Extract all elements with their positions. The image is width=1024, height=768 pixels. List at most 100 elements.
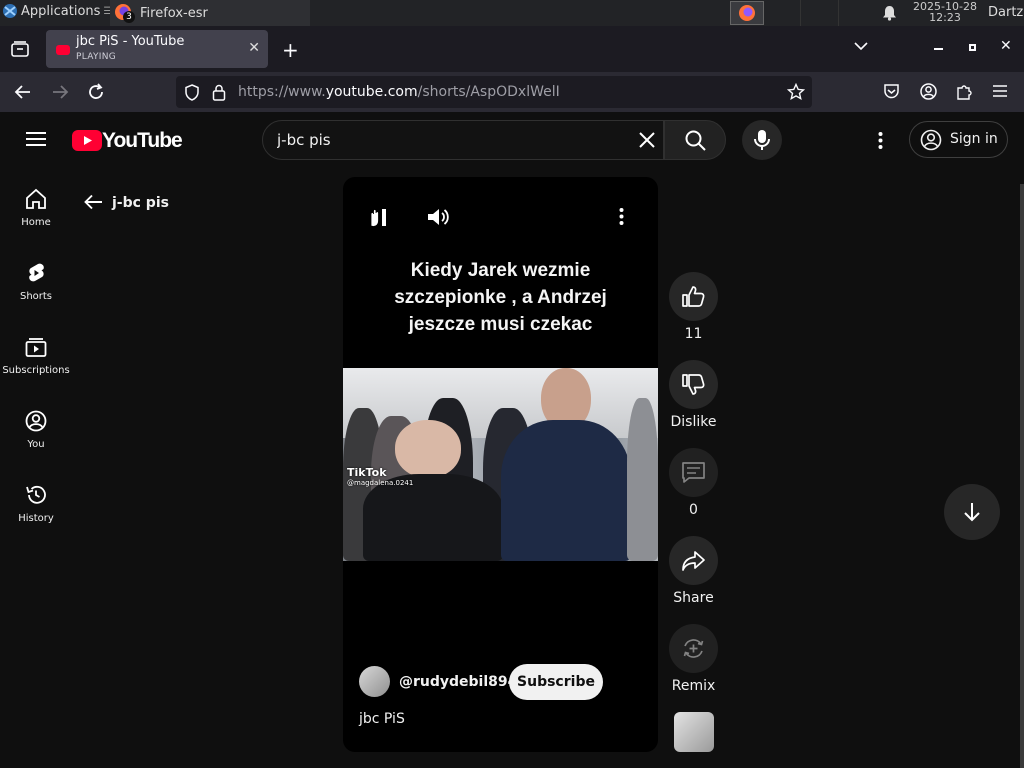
caption-line: jeszcze musi czekac	[408, 314, 593, 335]
taskbar-firefox-window[interactable]: 3 Firefox-esr	[110, 0, 310, 26]
dislike-button[interactable]	[669, 360, 718, 409]
account-icon[interactable]	[920, 83, 937, 100]
next-video-button[interactable]	[944, 484, 1000, 540]
clear-search-icon[interactable]	[639, 132, 655, 148]
tab-close-icon[interactable]: ✕	[248, 40, 260, 56]
url-text[interactable]: https://www.youtube.com/shorts/AspODxlWe…	[238, 84, 560, 100]
sign-in-button[interactable]: Sign in	[909, 121, 1008, 158]
sidebar-item-you[interactable]: You	[0, 410, 72, 450]
arrow-down-icon	[964, 503, 980, 522]
photo-figure	[627, 398, 658, 561]
sidebar-label: Shorts	[19, 291, 53, 302]
you-icon	[25, 410, 47, 432]
new-tab-icon[interactable]: +	[282, 38, 299, 62]
tiktok-logo-text: TikTok	[347, 466, 387, 479]
tracking-shield-icon[interactable]	[184, 84, 200, 101]
tab-title: jbc PiS - YouTube	[76, 34, 185, 49]
channel-avatar[interactable]	[359, 666, 390, 697]
reload-icon[interactable]	[87, 83, 105, 101]
applications-label: Applications	[21, 3, 101, 19]
youtube-page: YouTube Sign in Home Shorts Subscription…	[0, 112, 1024, 768]
pocket-icon[interactable]	[883, 83, 900, 100]
share-button[interactable]	[669, 536, 718, 585]
search-box[interactable]	[262, 120, 664, 160]
browser-nav-bar: https://www.youtube.com/shorts/AspODxlWe…	[0, 72, 1024, 112]
youtube-logo-text[interactable]: YouTube	[102, 129, 183, 153]
voice-search-button[interactable]	[742, 120, 782, 160]
user-circle-icon	[920, 129, 942, 151]
shorts-icon	[29, 263, 44, 282]
close-window-icon[interactable]: ✕	[1000, 38, 1012, 54]
applications-menu[interactable]: Applications ☰	[2, 3, 112, 19]
search-button[interactable]	[664, 120, 726, 160]
remix-sound-thumbnail[interactable]	[674, 712, 714, 752]
photo-coat	[501, 420, 631, 561]
url-bar[interactable]: https://www.youtube.com/shorts/AspODxlWe…	[176, 76, 812, 108]
like-button[interactable]	[669, 272, 718, 321]
channel-name[interactable]: @rudydebil8946	[399, 674, 527, 690]
video-caption: Kiedy Jarek wezmie szczepionke , a Andrz…	[363, 257, 638, 338]
player-more-icon[interactable]	[619, 208, 624, 225]
padlock-icon[interactable]	[212, 84, 226, 101]
sidebar-label: Home	[21, 217, 51, 228]
sign-in-label: Sign in	[950, 131, 998, 147]
sidebar-item-home[interactable]: Home	[0, 188, 72, 228]
video-title[interactable]: jbc PiS	[359, 711, 405, 727]
thumbs-up-icon	[682, 286, 705, 307]
search-input[interactable]	[277, 121, 627, 159]
url-path: /shorts/AspODxlWelI	[417, 84, 560, 100]
page-scrollbar[interactable]	[1020, 184, 1024, 768]
notification-bell-icon[interactable]	[882, 5, 897, 21]
os-taskbar: Applications ☰ 3 Firefox-esr 2025-10-28 …	[0, 0, 1024, 26]
history-icon	[26, 485, 46, 504]
url-domain: youtube.com	[325, 84, 418, 100]
forward-arrow-icon[interactable]	[51, 83, 69, 101]
maximize-icon[interactable]	[969, 44, 976, 51]
comment-icon	[682, 462, 705, 483]
volume-icon[interactable]	[427, 207, 451, 227]
photo-coat	[363, 474, 503, 561]
video-frame-image: TikTok @magdalena.0241	[343, 368, 658, 561]
tray-firefox-app[interactable]	[730, 1, 764, 25]
firefox-tray-icon	[739, 5, 755, 21]
minimize-icon[interactable]	[934, 48, 943, 50]
search-query-back-label[interactable]: j-bc pis	[112, 195, 169, 211]
browser-tab-bar: jbc PiS - YouTube PLAYING ✕ + ✕	[0, 26, 1024, 72]
tiktok-watermark-user: @magdalena.0241	[347, 479, 414, 487]
subscribe-button[interactable]: Subscribe	[509, 664, 603, 700]
comments-button[interactable]	[669, 448, 718, 497]
list-all-tabs-icon[interactable]	[854, 42, 868, 51]
tab-youtube[interactable]: jbc PiS - YouTube PLAYING ✕	[46, 30, 268, 68]
sidebar-item-subscriptions[interactable]: Subscriptions	[0, 336, 72, 376]
remix-button[interactable]	[669, 624, 718, 673]
microphone-icon	[754, 130, 770, 150]
tiktok-watermark: TikTok @magdalena.0241	[347, 466, 413, 487]
extensions-puzzle-icon[interactable]	[956, 83, 973, 100]
url-prefix: https://www.	[238, 84, 326, 100]
sidebar-label: You	[27, 439, 45, 450]
bookmark-star-icon[interactable]	[787, 83, 805, 101]
comment-count: 0	[689, 502, 698, 518]
sidebar-item-shorts[interactable]: Shorts	[0, 262, 72, 302]
home-icon	[26, 188, 46, 209]
clock[interactable]: 2025-10-28 12:23	[906, 1, 984, 23]
pause-icon[interactable]	[365, 207, 391, 229]
guide-menu-icon[interactable]	[26, 131, 46, 147]
thumbs-down-icon	[682, 374, 705, 395]
app-menu-icon[interactable]	[993, 85, 1007, 97]
search-icon	[685, 130, 706, 151]
settings-more-icon[interactable]	[878, 132, 883, 149]
caption-line: Kiedy Jarek wezmie	[410, 260, 591, 281]
firefox-icon: 3	[114, 3, 135, 23]
user-name[interactable]: Dartz	[988, 5, 1023, 20]
back-arrow-icon[interactable]	[84, 194, 103, 210]
youtube-logo-icon[interactable]	[72, 130, 102, 151]
tab-playing-status: PLAYING	[76, 52, 117, 62]
shorts-player[interactable]: Kiedy Jarek wezmie szczepionke , a Andrz…	[343, 177, 658, 752]
firefox-view-icon[interactable]	[11, 41, 29, 57]
back-arrow-icon[interactable]	[14, 83, 32, 101]
youtube-favicon-icon	[56, 45, 70, 55]
sidebar-label: History	[18, 513, 54, 524]
sidebar-item-history[interactable]: History	[0, 484, 72, 524]
xfce-logo-icon	[3, 4, 17, 18]
